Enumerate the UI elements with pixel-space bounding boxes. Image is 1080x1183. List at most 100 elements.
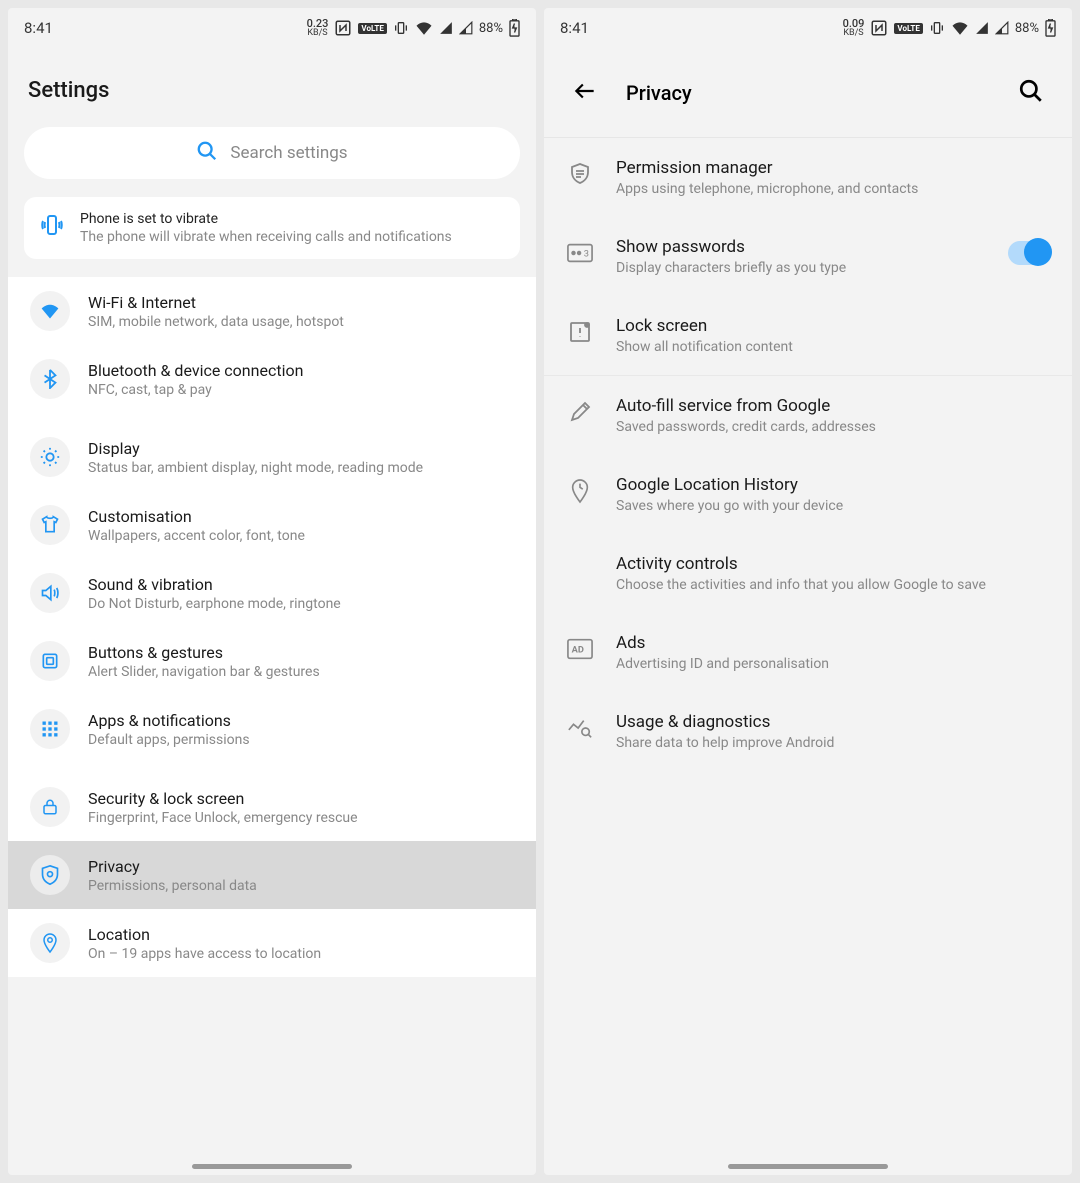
search-icon <box>196 140 218 167</box>
signal-1-icon <box>975 21 989 35</box>
vibrate-icon <box>40 213 64 241</box>
setting-subtitle: SIM, mobile network, data usage, hotspot <box>88 314 514 330</box>
setting-security[interactable]: Security & lock screen Fingerprint, Face… <box>8 773 536 841</box>
pencil-icon <box>566 398 594 426</box>
privacy-group: Permission manager Apps using telephone,… <box>544 138 1072 376</box>
chart-search-icon <box>566 714 594 742</box>
history-pin-icon <box>566 477 594 505</box>
privacy-usage-diagnostics[interactable]: Usage & diagnostics Share data to help i… <box>544 692 1072 771</box>
status-time: 8:41 <box>560 19 589 37</box>
ad-box-icon: AD <box>566 635 594 663</box>
privacy-subtitle: Saved passwords, credit cards, addresses <box>616 419 1050 435</box>
wifi-icon <box>30 291 70 331</box>
setting-subtitle: Status bar, ambient display, night mode,… <box>88 460 514 476</box>
bluetooth-icon <box>30 359 70 399</box>
setting-sound[interactable]: Sound & vibration Do Not Disturb, earpho… <box>8 559 536 627</box>
notice-subtitle: The phone will vibrate when receiving ca… <box>80 229 452 245</box>
setting-location[interactable]: Location On – 19 apps have access to loc… <box>8 909 536 977</box>
setting-title: Apps & notifications <box>88 711 514 730</box>
battery-charging-icon <box>1045 19 1056 37</box>
privacy-subtitle: Share data to help improve Android <box>616 735 1050 751</box>
battery-charging-icon <box>509 19 520 37</box>
brightness-icon <box>30 437 70 477</box>
notice-title: Phone is set to vibrate <box>80 211 452 227</box>
status-right: 0.09 KB/S VoLTE 88% <box>843 18 1056 38</box>
data-speed: 0.23 KB/S <box>307 18 329 38</box>
status-bar: 8:41 0.23 KB/S VoLTE 88% <box>8 8 536 48</box>
search-button[interactable] <box>1010 70 1052 116</box>
back-button[interactable] <box>564 70 606 116</box>
privacy-location-history[interactable]: Google Location History Saves where you … <box>544 455 1072 534</box>
speaker-icon <box>30 573 70 613</box>
privacy-subtitle: Apps using telephone, microphone, and co… <box>616 181 1050 197</box>
setting-customisation[interactable]: Customisation Wallpapers, accent color, … <box>8 491 536 559</box>
page-title: Settings <box>8 48 536 127</box>
privacy-subtitle: Display characters briefly as you type <box>616 260 986 276</box>
privacy-show-passwords[interactable]: 3 Show passwords Display characters brie… <box>544 217 1072 296</box>
privacy-permission-manager[interactable]: Permission manager Apps using telephone,… <box>544 138 1072 217</box>
shield-list-icon <box>566 160 594 188</box>
nfc-icon <box>870 19 888 37</box>
privacy-title: Google Location History <box>616 475 1050 495</box>
battery-percent: 88% <box>479 21 503 36</box>
privacy-subtitle: Choose the activities and info that you … <box>616 577 1050 593</box>
setting-display[interactable]: Display Status bar, ambient display, nig… <box>8 423 536 491</box>
privacy-ads[interactable]: AD Ads Advertising ID and personalisatio… <box>544 613 1072 692</box>
setting-subtitle: Do Not Disturb, earphone mode, ringtone <box>88 596 514 612</box>
empty-icon <box>566 556 594 584</box>
svg-text:3: 3 <box>584 249 589 260</box>
status-bar: 8:41 0.09 KB/S VoLTE 88% <box>544 8 1072 48</box>
wifi-icon <box>415 21 433 35</box>
lock-icon <box>30 787 70 827</box>
settings-group: Wi-Fi & Internet SIM, mobile network, da… <box>8 277 536 413</box>
privacy-autofill[interactable]: Auto-fill service from Google Saved pass… <box>544 376 1072 455</box>
app-bar-title: Privacy <box>626 81 1010 105</box>
privacy-shield-icon <box>30 855 70 895</box>
setting-title: Privacy <box>88 857 514 876</box>
svg-text:AD: AD <box>572 645 584 656</box>
setting-subtitle: Default apps, permissions <box>88 732 514 748</box>
signal-2-icon <box>995 21 1009 35</box>
setting-subtitle: Fingerprint, Face Unlock, emergency resc… <box>88 810 514 826</box>
search-bar[interactable]: Search settings <box>24 127 520 179</box>
signal-1-icon <box>439 21 453 35</box>
setting-buttons[interactable]: Buttons & gestures Alert Slider, navigat… <box>8 627 536 695</box>
settings-group: Display Status bar, ambient display, nig… <box>8 423 536 763</box>
setting-subtitle: Alert Slider, navigation bar & gestures <box>88 664 514 680</box>
privacy-activity-controls[interactable]: Activity controls Choose the activities … <box>544 534 1072 613</box>
search-placeholder: Search settings <box>230 143 347 163</box>
nav-handle[interactable] <box>728 1164 888 1169</box>
status-right: 0.23 KB/S VoLTE 88% <box>307 18 520 38</box>
alert-box-icon <box>566 318 594 346</box>
setting-title: Sound & vibration <box>88 575 514 594</box>
button-icon <box>30 641 70 681</box>
settings-screen: 8:41 0.23 KB/S VoLTE 88% Settings Search… <box>8 8 536 1175</box>
settings-group: Security & lock screen Fingerprint, Face… <box>8 773 536 977</box>
privacy-title: Lock screen <box>616 316 1050 336</box>
privacy-title: Show passwords <box>616 237 986 257</box>
battery-percent: 88% <box>1015 21 1039 36</box>
setting-subtitle: NFC, cast, tap & pay <box>88 382 514 398</box>
setting-title: Security & lock screen <box>88 789 514 808</box>
setting-apps[interactable]: Apps & notifications Default apps, permi… <box>8 695 536 763</box>
privacy-list: Permission manager Apps using telephone,… <box>544 138 1072 771</box>
setting-subtitle: Permissions, personal data <box>88 878 514 894</box>
nav-handle[interactable] <box>192 1164 352 1169</box>
vibrate-icon <box>929 20 945 36</box>
privacy-title: Ads <box>616 633 1050 653</box>
setting-wifi[interactable]: Wi-Fi & Internet SIM, mobile network, da… <box>8 277 536 345</box>
setting-bluetooth[interactable]: Bluetooth & device connection NFC, cast,… <box>8 345 536 413</box>
privacy-lock-screen[interactable]: Lock screen Show all notification conten… <box>544 296 1072 375</box>
setting-title: Wi-Fi & Internet <box>88 293 514 312</box>
show-passwords-toggle[interactable] <box>1008 241 1050 265</box>
privacy-screen: 8:41 0.09 KB/S VoLTE 88% Privacy <box>544 8 1072 1175</box>
password-box-icon: 3 <box>566 239 594 267</box>
setting-privacy[interactable]: Privacy Permissions, personal data <box>8 841 536 909</box>
signal-2-icon <box>459 21 473 35</box>
privacy-title: Permission manager <box>616 158 1050 178</box>
toggle-knob <box>1024 238 1052 266</box>
vibrate-notice-card[interactable]: Phone is set to vibrate The phone will v… <box>24 197 520 259</box>
privacy-title: Auto-fill service from Google <box>616 396 1050 416</box>
app-bar: Privacy <box>544 48 1072 138</box>
setting-title: Display <box>88 439 514 458</box>
